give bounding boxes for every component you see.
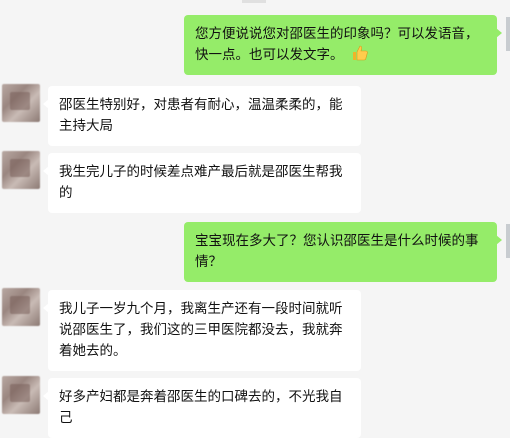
- message-text: 宝宝现在多大了？您认识邵医生是什么时候的事情？: [195, 233, 479, 270]
- message-text: 邵医生特别好，对患者有耐心，温温柔柔的，能主持大局: [59, 97, 343, 134]
- message-text: 好多产妇都是奔着邵医生的口碑去的，不光我自己: [59, 389, 343, 426]
- message-bubble-incoming[interactable]: 我儿子一岁九个月，我离生产还有一段时间就听说邵医生了，我们这的三甲医院都没去，我…: [43, 290, 361, 371]
- avatar[interactable]: [2, 288, 40, 326]
- top-divider: [242, 0, 266, 3]
- avatar[interactable]: [2, 151, 40, 189]
- message-text: 您方便说说您对邵医生的印象吗？可以发语音，快一点。也可以发文字。: [195, 26, 479, 63]
- message-bubble-incoming[interactable]: 我生完儿子的时候差点难产最后就是邵医生帮我的: [43, 153, 361, 213]
- thumbs-up-emoji-icon: [352, 45, 368, 61]
- message-bubble-outgoing[interactable]: 宝宝现在多大了？您认识邵医生是什么时候的事情？: [184, 222, 502, 282]
- message-text: 我儿子一岁九个月，我离生产还有一段时间就听说邵医生了，我们这的三甲医院都没去，我…: [59, 301, 343, 359]
- outgoing-avatar-edge: [506, 17, 510, 51]
- message-bubble-incoming[interactable]: 好多产妇都是奔着邵医生的口碑去的，不光我自己: [43, 378, 361, 438]
- message-bubble-incoming[interactable]: 邵医生特别好，对患者有耐心，温温柔柔的，能主持大局: [43, 86, 361, 146]
- avatar[interactable]: [2, 376, 40, 414]
- message-bubble-outgoing[interactable]: 您方便说说您对邵医生的印象吗？可以发语音，快一点。也可以发文字。: [184, 15, 502, 75]
- avatar[interactable]: [2, 84, 40, 122]
- outgoing-avatar-edge: [506, 224, 510, 258]
- message-text: 我生完儿子的时候差点难产最后就是邵医生帮我的: [59, 164, 343, 201]
